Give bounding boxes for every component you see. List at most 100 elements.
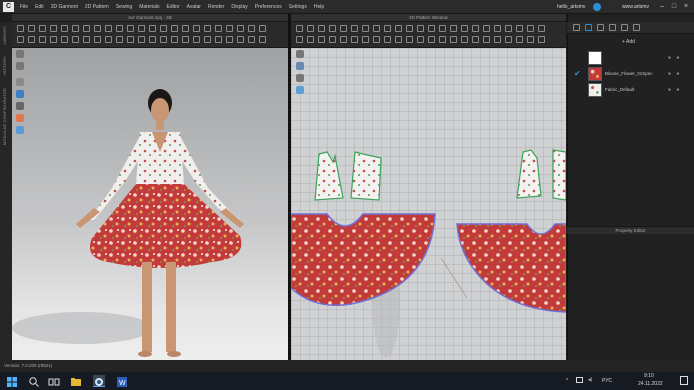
check-icon[interactable]: ✔ xyxy=(574,69,581,78)
toolbar-3d-tool-icon[interactable] xyxy=(17,36,24,43)
menu-item-avatar[interactable]: Avatar xyxy=(187,0,201,14)
toolbar-2d-tool-icon[interactable] xyxy=(296,25,303,32)
toolbar-2d-tool-icon[interactable] xyxy=(296,36,303,43)
list-item[interactable]: ● ● xyxy=(572,50,690,66)
toolbar-3d-tool-icon[interactable] xyxy=(149,36,156,43)
button-tab-icon[interactable] xyxy=(597,24,604,31)
toolbar-2d-tool-icon[interactable] xyxy=(340,25,347,32)
toolbar-3d-tool-icon[interactable] xyxy=(171,25,178,32)
toolbar-2d-tool-icon[interactable] xyxy=(472,36,479,43)
toolbar-3d-tool-icon[interactable] xyxy=(50,36,57,43)
toolbar-2d-tool-icon[interactable] xyxy=(450,25,457,32)
toolbar-2d-tool-icon[interactable] xyxy=(527,36,534,43)
file-explorer-icon[interactable] xyxy=(70,375,82,387)
toolbar-2d-tool-icon[interactable] xyxy=(494,25,501,32)
toolbar-2d-tool-icon[interactable] xyxy=(538,25,545,32)
fitmap-icon[interactable] xyxy=(16,114,24,122)
toolbar-2d-tool-icon[interactable] xyxy=(340,36,347,43)
windows-start-icon[interactable] xyxy=(6,375,18,387)
toolbar-2d-tool-icon[interactable] xyxy=(538,36,545,43)
toolbar-2d-tool-icon[interactable] xyxy=(307,25,314,32)
menu-item-3d-garment[interactable]: 3D Garment xyxy=(51,0,78,14)
maximize-icon[interactable]: □ xyxy=(668,0,680,14)
toolbar-3d-tool-icon[interactable] xyxy=(116,36,123,43)
toolbar-2d-tool-icon[interactable] xyxy=(417,25,424,32)
toolbar-3d-tool-icon[interactable] xyxy=(127,25,134,32)
word-icon[interactable]: W xyxy=(116,375,128,387)
toolbar-3d-tool-icon[interactable] xyxy=(39,25,46,32)
object-actions-icon[interactable]: ● ● xyxy=(668,71,688,77)
toolbar-2d-tool-icon[interactable] xyxy=(384,25,391,32)
light-icon[interactable] xyxy=(16,126,24,134)
toolbar-3d-tool-icon[interactable] xyxy=(50,25,57,32)
toolbar-2d-tool-icon[interactable] xyxy=(516,25,523,32)
menu-item-settings[interactable]: Settings xyxy=(289,0,307,14)
menu-item-materials[interactable]: Materials xyxy=(139,0,159,14)
graphic-tab-icon[interactable] xyxy=(633,24,640,31)
toolbar-2d-tool-icon[interactable] xyxy=(329,36,336,43)
toolbar-2d-tool-icon[interactable] xyxy=(362,36,369,43)
toolbar-3d-tool-icon[interactable] xyxy=(204,25,211,32)
volume-icon[interactable]: ◂) xyxy=(588,377,592,383)
toolbar-3d-tool-icon[interactable] xyxy=(83,36,90,43)
texture-mode-icon[interactable] xyxy=(16,90,24,98)
toolbar-3d-tool-icon[interactable] xyxy=(105,25,112,32)
toolbar-3d-tool-icon[interactable] xyxy=(237,36,244,43)
toolbar-2d-tool-icon[interactable] xyxy=(483,25,490,32)
toolbar-2d-tool-icon[interactable] xyxy=(373,25,380,32)
toolbar-3d-tool-icon[interactable] xyxy=(83,25,90,32)
view-mode-icon[interactable] xyxy=(16,78,24,86)
avatar-tab-icon[interactable] xyxy=(573,24,580,31)
toolbar-3d-tool-icon[interactable] xyxy=(193,36,200,43)
toolbar-3d-tool-icon[interactable] xyxy=(138,25,145,32)
transform-tool-icon[interactable] xyxy=(296,50,304,58)
menu-item-file[interactable]: File xyxy=(20,0,28,14)
globe-icon[interactable] xyxy=(593,3,601,11)
toolbar-3d-tool-icon[interactable] xyxy=(182,36,189,43)
toolbar-2d-tool-icon[interactable] xyxy=(461,25,468,32)
toolbar-2d-tool-icon[interactable] xyxy=(472,25,479,32)
zoom-tool-icon[interactable] xyxy=(296,74,304,82)
toolbar-3d-tool-icon[interactable] xyxy=(94,36,101,43)
menu-item-help[interactable]: Help xyxy=(314,0,324,14)
task-view-icon[interactable] xyxy=(48,375,60,387)
menu-item-2d-pattern[interactable]: 2D Pattern xyxy=(85,0,109,14)
viewport-3d[interactable] xyxy=(12,48,288,360)
toolbar-3d-tool-icon[interactable] xyxy=(39,36,46,43)
toolbar-2d-tool-icon[interactable] xyxy=(516,36,523,43)
list-item[interactable]: Fabric_Default ● ● xyxy=(572,82,690,98)
toolbar-2d-tool-icon[interactable] xyxy=(417,36,424,43)
toolbar-3d-tool-icon[interactable] xyxy=(226,36,233,43)
toolbar-2d-tool-icon[interactable] xyxy=(428,25,435,32)
toolbar-3d-tool-icon[interactable] xyxy=(215,25,222,32)
tray-chevron-icon[interactable]: ^ xyxy=(566,378,568,384)
toolbar-3d-tool-icon[interactable] xyxy=(61,25,68,32)
wireframe-icon[interactable] xyxy=(16,102,24,110)
toolbar-2d-tool-icon[interactable] xyxy=(395,25,402,32)
toolbar-2d-tool-icon[interactable] xyxy=(318,36,325,43)
toolbar-2d-tool-icon[interactable] xyxy=(373,36,380,43)
toolbar-2d-tool-icon[interactable] xyxy=(439,36,446,43)
keyboard-language[interactable]: РУС xyxy=(602,378,612,384)
close-icon[interactable]: × xyxy=(680,0,692,14)
clock-date[interactable]: 24.11.2022 xyxy=(638,381,663,387)
toolbar-3d-tool-icon[interactable] xyxy=(138,36,145,43)
hanger-tool-icon[interactable] xyxy=(16,62,24,70)
toolbar-3d-tool-icon[interactable] xyxy=(248,25,255,32)
toolbar-2d-tool-icon[interactable] xyxy=(450,36,457,43)
toolbar-3d-tool-icon[interactable] xyxy=(149,25,156,32)
toolbar-3d-tool-icon[interactable] xyxy=(160,36,167,43)
toolbar-3d-tool-icon[interactable] xyxy=(259,36,266,43)
toolbar-2d-tool-icon[interactable] xyxy=(351,25,358,32)
clo-app-taskbar-icon[interactable] xyxy=(93,375,105,387)
toolbar-3d-tool-icon[interactable] xyxy=(105,36,112,43)
toolbar-3d-tool-icon[interactable] xyxy=(248,36,255,43)
menu-item-preferences[interactable]: Preferences xyxy=(255,0,282,14)
toolbar-2d-tool-icon[interactable] xyxy=(362,25,369,32)
network-icon[interactable] xyxy=(576,377,583,383)
toolbar-3d-tool-icon[interactable] xyxy=(193,25,200,32)
toolbar-2d-tool-icon[interactable] xyxy=(384,36,391,43)
toolbar-3d-tool-icon[interactable] xyxy=(237,25,244,32)
object-actions-icon[interactable]: ● ● xyxy=(668,55,688,61)
add-button[interactable]: + Add xyxy=(622,36,635,48)
